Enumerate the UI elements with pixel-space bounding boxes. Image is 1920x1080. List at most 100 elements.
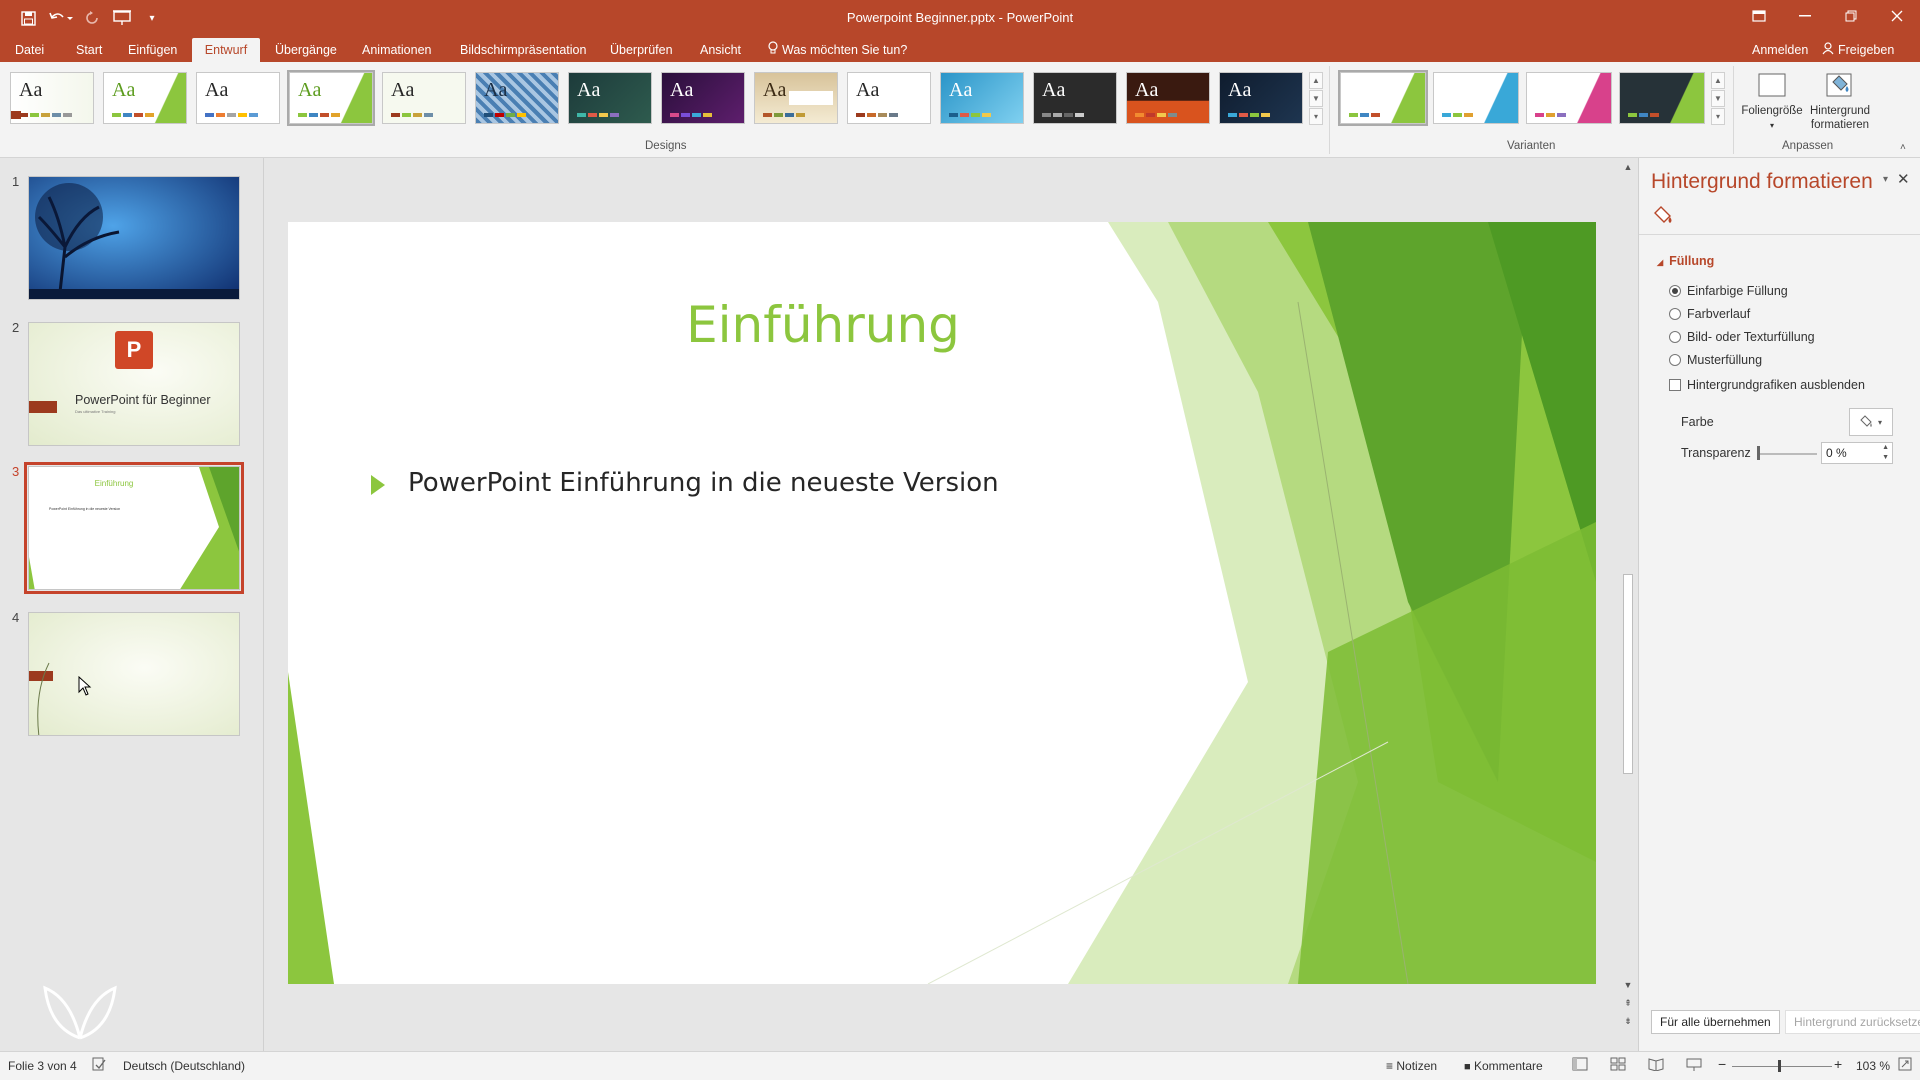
slide-sorter-icon[interactable]	[1610, 1057, 1626, 1074]
next-slide-icon[interactable]: ⇟	[1621, 1014, 1635, 1028]
variant-dark[interactable]	[1619, 72, 1705, 124]
zoom-level[interactable]: 103 %	[1856, 1059, 1890, 1073]
option-picture-fill[interactable]: Bild- oder Texturfüllung	[1669, 328, 1815, 346]
theme-thumb-7[interactable]: Aa	[568, 72, 652, 124]
tab-uebergaenge[interactable]: Übergänge	[265, 40, 347, 62]
apply-to-all-button[interactable]: Für alle übernehmen	[1651, 1010, 1780, 1034]
comments-button[interactable]: ■ Kommentare	[1464, 1059, 1543, 1073]
slide-thumb-2[interactable]: P PowerPoint für Beginner Das ultimative…	[28, 322, 240, 446]
scroll-thumb[interactable]	[1623, 574, 1633, 774]
scroll-up-icon[interactable]: ▲	[1621, 160, 1635, 174]
radio-gradient-fill[interactable]	[1669, 308, 1681, 320]
slide-size-button[interactable]: Foliengröße ▾	[1738, 66, 1806, 136]
tab-datei[interactable]: Datei	[5, 40, 54, 62]
transparency-slider[interactable]	[1757, 453, 1817, 455]
radio-picture-fill[interactable]	[1669, 331, 1681, 343]
scroll-down-icon[interactable]: ▼	[1621, 978, 1635, 992]
theme-thumb-9[interactable]: Aa	[754, 72, 838, 124]
slide-thumb-1[interactable]	[28, 176, 240, 300]
slide-counter: Folie 3 von 4	[8, 1059, 77, 1073]
variant-green[interactable]	[1338, 70, 1428, 126]
ribbon-display-options-icon[interactable]	[1736, 0, 1782, 32]
theme-thumb-13[interactable]: Aa	[1126, 72, 1210, 124]
tab-entwurf[interactable]: Entwurf	[192, 38, 260, 62]
theme-sample-text: Aa	[19, 79, 43, 101]
previous-slide-icon[interactable]: ⇞	[1621, 996, 1635, 1010]
theme-sample-text: Aa	[112, 79, 136, 101]
minimize-icon[interactable]	[1782, 0, 1828, 32]
radio-pattern-fill[interactable]	[1669, 354, 1681, 366]
close-window-icon[interactable]	[1874, 0, 1920, 32]
tab-ueberpruefen[interactable]: Überprüfen	[600, 40, 683, 62]
slide3-thumb-bullet: PowerPoint Einführung in die neueste Ver…	[49, 507, 121, 511]
variant-pink[interactable]	[1526, 72, 1612, 124]
slide-thumb-3-selected[interactable]: Einführung PowerPoint Einführung in die …	[24, 462, 244, 594]
signin-link[interactable]: Anmelden	[1752, 40, 1808, 60]
spinner-icon[interactable]: ▲ ▼	[1882, 443, 1889, 463]
option-pattern-fill[interactable]: Musterfüllung	[1669, 351, 1762, 369]
tab-ansicht[interactable]: Ansicht	[690, 40, 751, 62]
theme-thumb-5[interactable]: Aa	[382, 72, 466, 124]
restore-icon[interactable]	[1828, 0, 1874, 32]
vertical-scrollbar[interactable]: ▲ ▼ ⇞ ⇟	[1619, 158, 1637, 1051]
close-pane-icon[interactable]: ✕	[1897, 170, 1910, 188]
variants-more-icon[interactable]: ▾	[1711, 108, 1725, 125]
spelling-icon[interactable]	[92, 1057, 106, 1074]
tab-einfuegen[interactable]: Einfügen	[118, 40, 187, 62]
color-label: Farbe	[1681, 415, 1714, 429]
current-slide[interactable]: Einführung PowerPoint Einführung in die …	[288, 222, 1596, 984]
transparency-label: Transparenz	[1681, 446, 1751, 460]
zoom-slider[interactable]	[1732, 1066, 1832, 1067]
gallery-up-icon[interactable]: ▲	[1309, 72, 1323, 89]
slide-bullet-text[interactable]: PowerPoint Einführung in die neueste Ver…	[408, 468, 999, 498]
format-background-button[interactable]: Hintergrund formatieren	[1806, 66, 1874, 136]
theme-thumb-12[interactable]: Aa	[1033, 72, 1117, 124]
tell-me-search[interactable]: Was möchten Sie tun?	[768, 40, 907, 60]
zoom-in-icon[interactable]: +	[1834, 1056, 1842, 1072]
theme-thumb-1[interactable]: Aa	[10, 72, 94, 124]
theme-thumb-4-current[interactable]: Aa	[287, 70, 375, 126]
theme-thumb-8[interactable]: Aa	[661, 72, 745, 124]
fill-bucket-icon[interactable]	[1653, 204, 1675, 229]
gallery-down-icon[interactable]: ▼	[1309, 90, 1323, 107]
theme-sample-text: Aa	[205, 79, 229, 101]
fill-section-header[interactable]: ◢ Füllung	[1657, 254, 1714, 268]
reset-background-button[interactable]: Hintergrund zurücksetzen	[1785, 1010, 1920, 1034]
transparency-input[interactable]: 0 % ▲ ▼	[1821, 442, 1893, 464]
option-hide-background-graphics[interactable]: Hintergrundgrafiken ausblenden	[1669, 376, 1865, 394]
reading-view-icon[interactable]	[1648, 1057, 1664, 1074]
slideshow-view-icon[interactable]	[1686, 1057, 1702, 1074]
gallery-more-icon[interactable]: ▾	[1309, 108, 1323, 125]
theme-thumb-11[interactable]: Aa	[940, 72, 1024, 124]
zoom-out-icon[interactable]: −	[1718, 1056, 1726, 1072]
option-solid-fill[interactable]: Einfarbige Füllung	[1669, 282, 1788, 300]
language-indicator[interactable]: Deutsch (Deutschland)	[123, 1059, 245, 1073]
tab-start[interactable]: Start	[66, 40, 112, 62]
notes-button[interactable]: ≡ Notizen	[1386, 1059, 1437, 1073]
slide-title[interactable]: Einführung	[288, 296, 1358, 354]
fit-to-window-icon[interactable]	[1898, 1057, 1912, 1074]
collapse-ribbon-icon[interactable]: ˄	[1900, 142, 1906, 153]
variant-blue[interactable]	[1433, 72, 1519, 124]
theme-thumb-2[interactable]: Aa	[103, 72, 187, 124]
slide-thumb-4[interactable]	[28, 612, 240, 736]
theme-thumb-10[interactable]: Aa	[847, 72, 931, 124]
theme-thumb-14[interactable]: Aa	[1219, 72, 1303, 124]
pane-options-icon[interactable]: ▾	[1883, 174, 1888, 185]
variants-up-icon[interactable]: ▲	[1711, 72, 1725, 89]
radio-solid-fill[interactable]	[1669, 285, 1681, 297]
share-button[interactable]: Freigeben	[1822, 40, 1894, 61]
theme-thumb-3[interactable]: Aa	[196, 72, 280, 124]
color-picker-button[interactable]: ▾	[1849, 408, 1893, 436]
variants-down-icon[interactable]: ▼	[1711, 90, 1725, 107]
tab-animationen[interactable]: Animationen	[352, 40, 442, 62]
transparency-slider-handle[interactable]	[1757, 446, 1760, 460]
slide-number: 4	[12, 610, 20, 625]
tab-bildschirmpraesentation[interactable]: Bildschirmpräsentation	[450, 40, 596, 62]
normal-view-icon[interactable]	[1572, 1057, 1588, 1074]
bullet-arrow-icon	[371, 475, 385, 495]
theme-thumb-6[interactable]: Aa	[475, 72, 559, 124]
checkbox-hide-background-graphics[interactable]	[1669, 379, 1681, 391]
option-gradient-fill[interactable]: Farbverlauf	[1669, 305, 1750, 323]
zoom-slider-handle[interactable]	[1778, 1060, 1781, 1072]
